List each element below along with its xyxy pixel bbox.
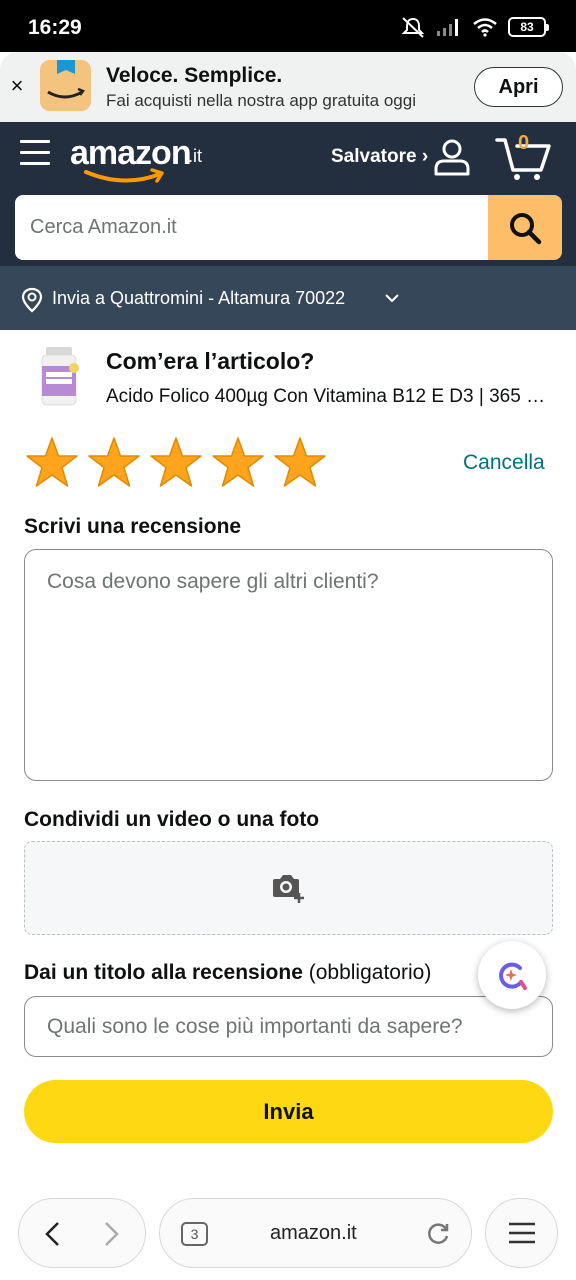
search-icon — [510, 212, 542, 244]
cart-count: 0 — [518, 132, 530, 154]
user-icon[interactable] — [432, 136, 472, 176]
close-icon[interactable]: × — [8, 74, 26, 98]
cancel-rating-link[interactable]: Cancella — [463, 451, 545, 475]
battery-icon: 83 — [508, 17, 549, 37]
search-button[interactable] — [488, 195, 562, 260]
signal-icon — [437, 19, 458, 36]
battery-level: 83 — [520, 20, 534, 34]
tab-count[interactable]: 3 — [181, 1222, 208, 1246]
url-text: amazon.it — [270, 1222, 357, 1244]
header: amazon .it Salvatore › 0 — [0, 122, 576, 266]
star-5-icon[interactable] — [272, 436, 328, 490]
menu-icon[interactable] — [20, 140, 52, 170]
assistant-button[interactable] — [478, 941, 546, 1009]
location-pin-icon — [21, 287, 43, 313]
account-link[interactable]: Salvatore › — [331, 146, 428, 168]
banner-subtitle: Fai acquisti nella nostra app gratuita o… — [106, 91, 416, 110]
star-4-icon[interactable] — [210, 436, 266, 490]
mute-icon — [401, 17, 425, 38]
app-banner: × Veloce. Semplice. Fai acquisti nella n… — [0, 52, 576, 122]
delivery-text: Invia a Quattromini - Altamura 70022 — [52, 288, 346, 308]
star-1-icon[interactable] — [24, 436, 80, 490]
address-bar[interactable]: 3 amazon.it — [159, 1198, 472, 1268]
star-3-icon[interactable] — [148, 436, 204, 490]
chevron-down-icon — [385, 294, 399, 303]
delivery-location[interactable]: Invia a Quattromini - Altamura 70022 — [0, 266, 576, 330]
open-app-button[interactable]: Apri — [474, 67, 563, 107]
title-required: (obbligatorio) — [302, 961, 432, 984]
wifi-icon — [473, 18, 497, 37]
back-icon[interactable] — [43, 1221, 63, 1247]
review-textarea[interactable] — [24, 549, 553, 781]
banner-title: Veloce. Semplice. — [106, 64, 283, 87]
media-label: Condividi un video o una foto — [24, 808, 320, 831]
add-photo-icon — [272, 875, 304, 903]
reload-icon[interactable] — [425, 1221, 451, 1247]
star-rating — [24, 436, 328, 490]
forward-icon[interactable] — [101, 1221, 121, 1247]
search-bar — [15, 195, 562, 260]
title-label: Dai un titolo alla recensione (obbligato… — [24, 961, 431, 985]
review-question: Com’era l’articolo? — [106, 348, 315, 374]
status-bar: 16:29 83 — [0, 0, 576, 52]
browser-menu-button[interactable] — [485, 1198, 558, 1268]
title-input[interactable] — [24, 996, 553, 1057]
smile-icon — [84, 168, 164, 183]
title-label-text: Dai un titolo alla recensione — [24, 961, 303, 984]
ai-assistant-icon — [499, 962, 527, 990]
amazon-logo[interactable]: amazon .it — [70, 132, 220, 187]
star-2-icon[interactable] — [86, 436, 142, 490]
search-input[interactable] — [15, 195, 490, 260]
amazon-app-logo — [40, 60, 91, 111]
product-image — [41, 347, 79, 406]
review-label: Scrivi una recensione — [24, 515, 242, 538]
menu-icon — [508, 1222, 535, 1244]
submit-button[interactable]: Invia — [24, 1080, 553, 1143]
logo-tld: .it — [188, 146, 203, 166]
browser-nav — [18, 1198, 146, 1268]
status-time: 16:29 — [28, 16, 82, 39]
media-upload[interactable] — [24, 841, 553, 935]
status-icons: 83 — [400, 14, 549, 40]
product-name: Acido Folico 400µg Con Vitamina B12 E D3… — [106, 386, 556, 407]
